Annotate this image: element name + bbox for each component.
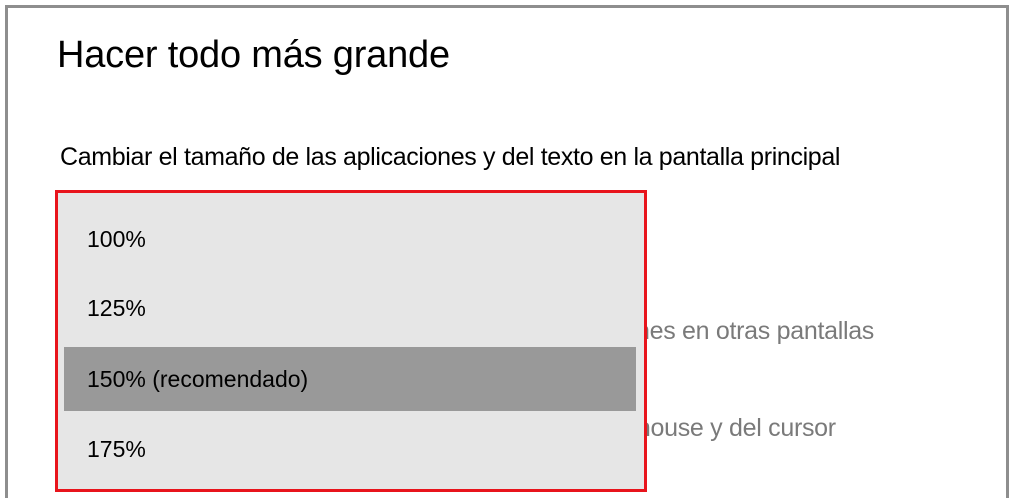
scale-option-175[interactable]: 175% (64, 417, 636, 481)
scale-description-label: Cambiar el tamaño de las aplicaciones y … (60, 143, 841, 171)
mouse-cursor-link-fragment[interactable]: mouse y del cursor (630, 410, 836, 446)
page-title: Hacer todo más grande (57, 34, 450, 76)
scale-option-100[interactable]: 100% (64, 207, 636, 271)
scale-option-125[interactable]: 125% (64, 276, 636, 340)
other-displays-link-fragment[interactable]: nes en otras pantallas (636, 313, 874, 349)
scale-option-150-selected[interactable]: 150% (recomendado) (64, 347, 636, 411)
scale-dropdown-list[interactable]: 100% 125% 150% (recomendado) 175% (55, 190, 647, 492)
